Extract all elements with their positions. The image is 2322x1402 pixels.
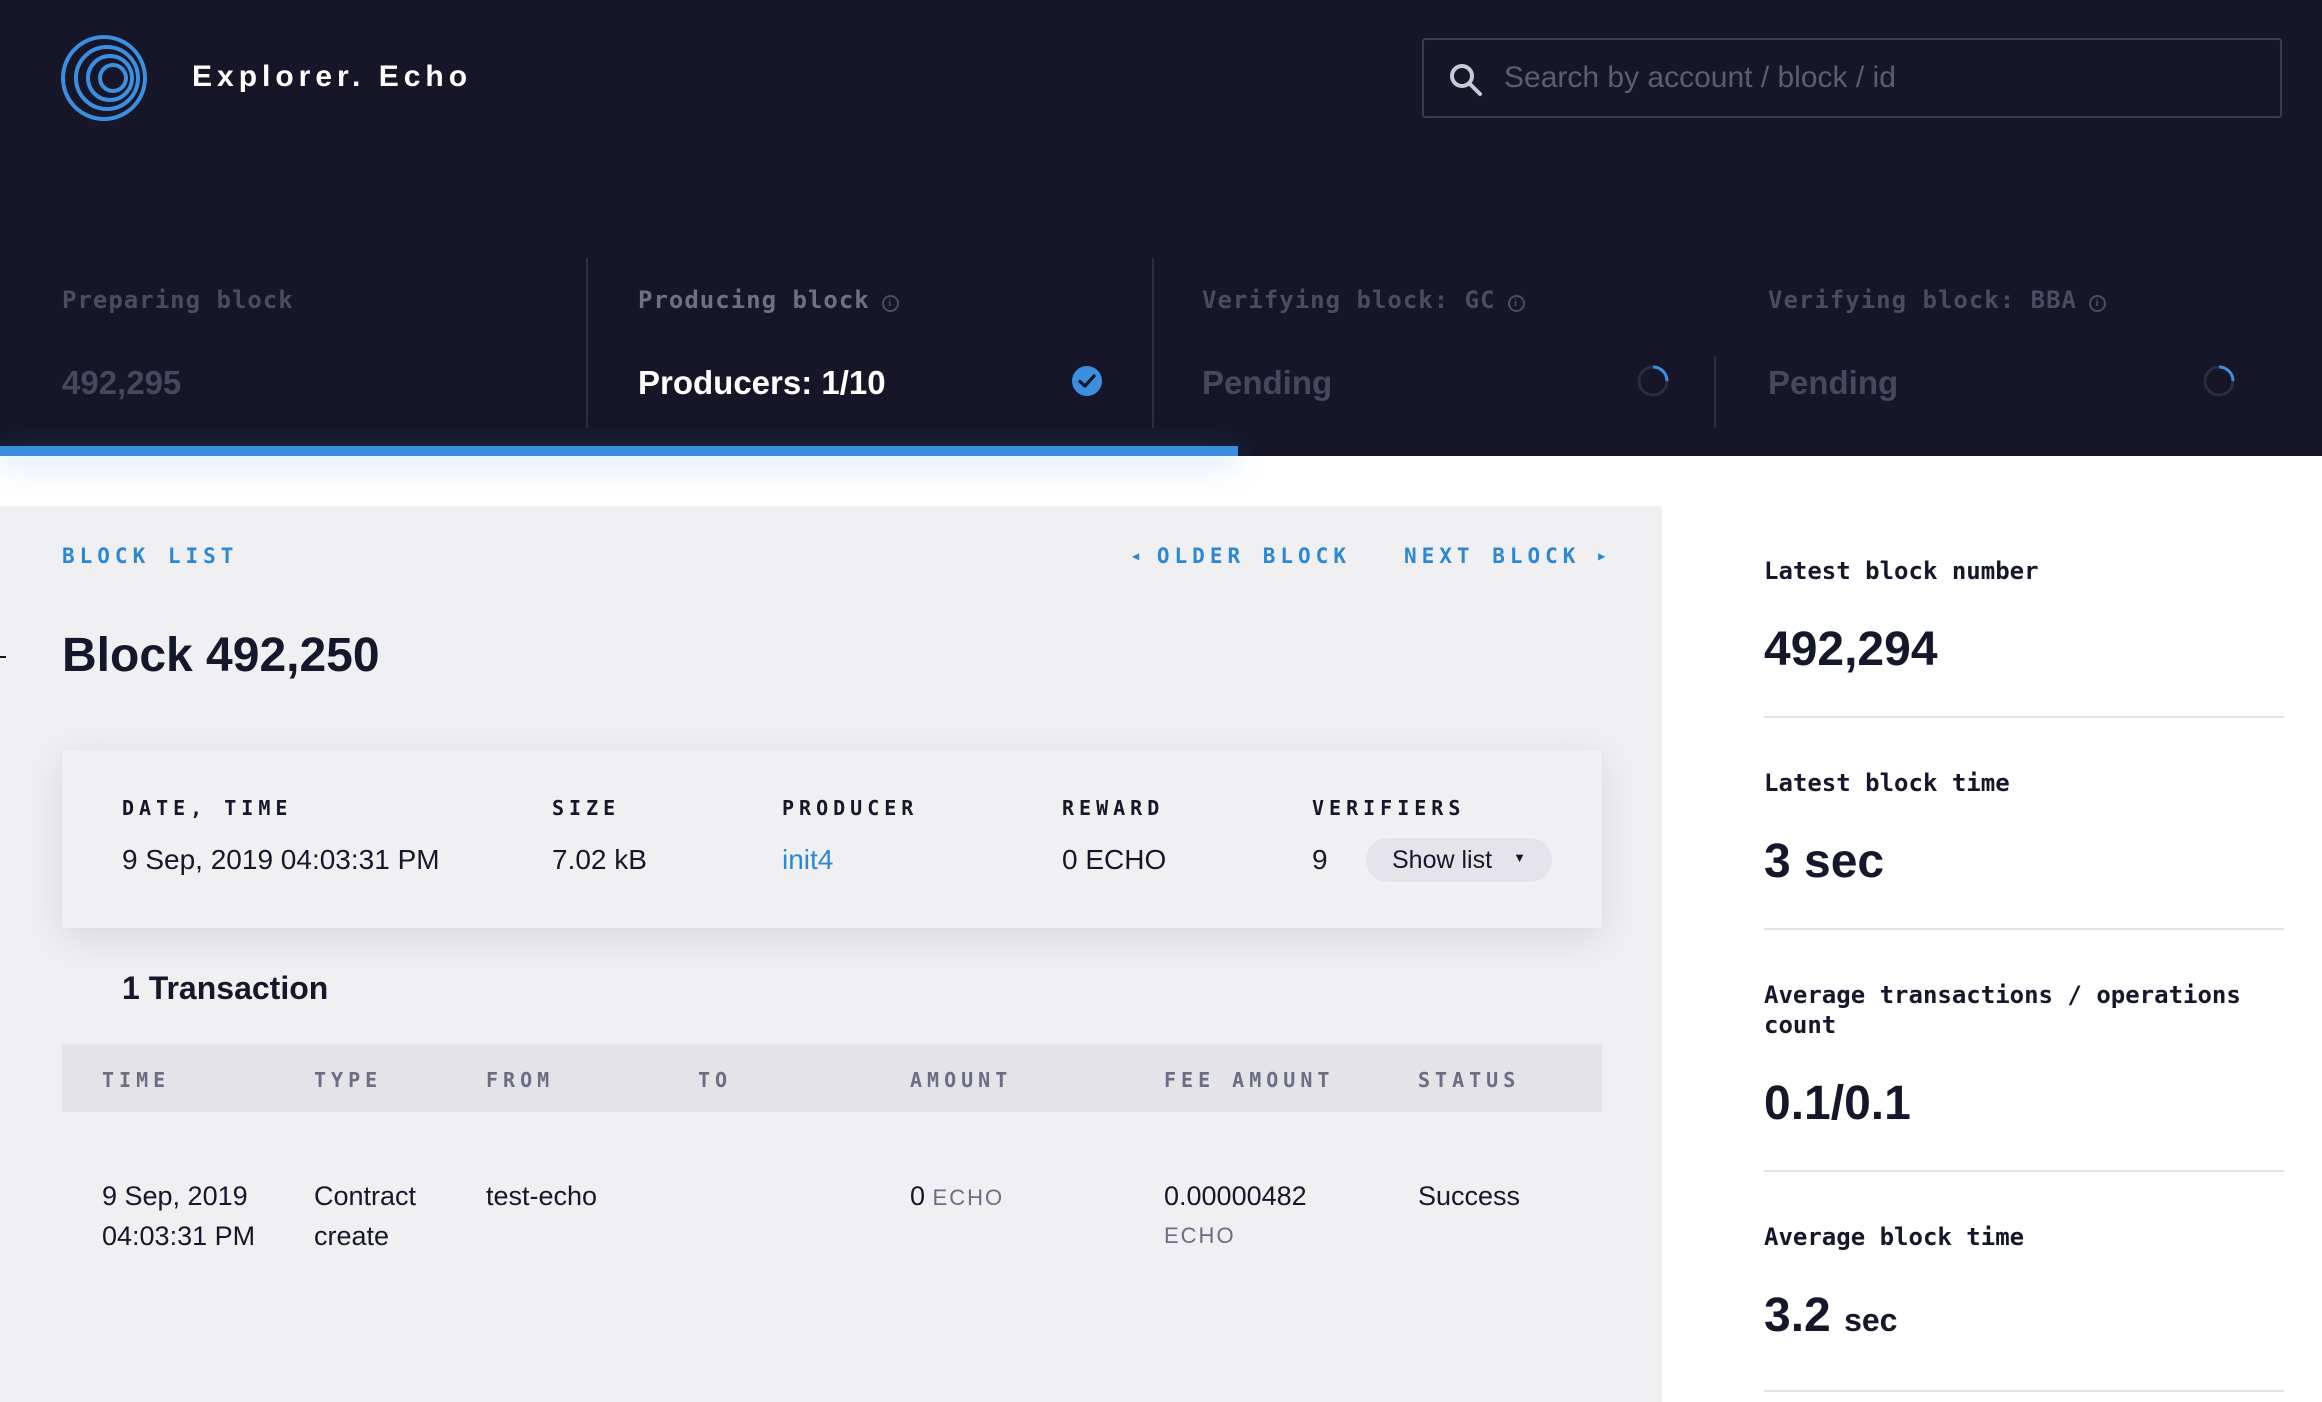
stage-value: 492,295 [62, 364, 182, 401]
info-icon[interactable]: i [2088, 295, 2106, 312]
info-icon[interactable]: i [881, 295, 899, 312]
stage-label: Producing block i [638, 286, 899, 314]
tx-fee: 0.00000482 ECHO [1164, 1181, 1307, 1248]
caret-down-icon: ▼ [1513, 850, 1526, 865]
date-label: DATE, TIME [122, 796, 293, 820]
echo-logo-icon[interactable] [60, 34, 148, 122]
page-title: Block 492,250 [62, 629, 380, 682]
top-header: Explorer. Echo Preparing block 492,295 P… [0, 0, 2322, 456]
col-status: STATUS [1418, 1068, 1521, 1092]
search-input[interactable] [1504, 40, 2264, 116]
stage-label: Preparing block [62, 286, 294, 314]
stat-average-transactions: Average transactions / operations count … [1764, 980, 2284, 1130]
stat-label: Average block time [1764, 1223, 2025, 1251]
table-row[interactable]: 9 Sep, 2019 04:03:31 PM Contract create … [62, 1112, 1602, 1272]
date-value: 9 Sep, 2019 04:03:31 PM [122, 844, 440, 875]
verifiers-count: 9 [1312, 844, 1328, 875]
stage-value: Producers: 1/10 [638, 364, 886, 401]
arrow-right-icon: ▶ [1598, 549, 1606, 563]
divider [1152, 258, 1154, 428]
stat-label: Latest block time [1764, 769, 2010, 797]
tx-status: Success [1418, 1181, 1521, 1211]
stage-label: Verifying block: BBA i [1768, 286, 2106, 314]
stage-preparing: Preparing block 492,295 [62, 258, 582, 428]
check-circle-icon [1072, 366, 1102, 396]
block-stages: Preparing block 492,295 Producing block i… [0, 258, 2322, 428]
edge-marker [0, 656, 6, 658]
stat-latest-block-number: Latest block number 492,294 [1764, 556, 2284, 676]
block-info-card: DATE, TIME 9 Sep, 2019 04:03:31 PM SIZE … [62, 750, 1602, 928]
size-label: SIZE [552, 796, 621, 820]
verifiers-label: VERIFIERS [1312, 796, 1466, 820]
divider [1764, 1390, 2284, 1392]
tx-amount: 0 ECHO [910, 1181, 1005, 1211]
size-value: 7.02 kB [552, 844, 647, 875]
stat-label: Latest block number [1764, 557, 2039, 585]
stat-average-block-time: Average block time 3.2 sec [1764, 1222, 2284, 1342]
divider [1764, 928, 2284, 930]
reward-value: 0 ECHO [1062, 844, 1167, 875]
producer-link[interactable]: init4 [782, 844, 833, 876]
divider [1764, 716, 2284, 718]
network-stats-sidebar: Latest block number 492,294 Latest block… [1662, 456, 2322, 1402]
stage-producing: Producing block i Producers: 1/10 [638, 258, 1106, 428]
tx-time: 9 Sep, 2019 04:03:31 PM [102, 1181, 256, 1251]
older-block-link[interactable]: ◀ OLDER BLOCK [1132, 544, 1351, 568]
spinner-icon [2203, 365, 2235, 397]
stage-value: Pending [1202, 364, 1333, 401]
col-fee-amount: FEE AMOUNT [1164, 1068, 1335, 1092]
tx-from-link[interactable]: test-echo [486, 1176, 597, 1216]
tx-type: Contract create [314, 1181, 417, 1251]
spinner-icon [1637, 365, 1669, 397]
transactions-table-header: TIME TYPE FROM TO AMOUNT FEE AMOUNT STAT… [62, 1044, 1602, 1112]
divider [586, 258, 588, 428]
reward-label: REWARD [1062, 796, 1165, 820]
next-block-link[interactable]: NEXT BLOCK ▶ [1404, 544, 1605, 568]
stat-value[interactable]: 492,294 [1764, 622, 1938, 677]
col-type: TYPE [314, 1068, 383, 1092]
divider [1714, 356, 1716, 428]
col-amount: AMOUNT [910, 1068, 1013, 1092]
search-box[interactable] [1422, 38, 2282, 118]
arrow-left-icon: ◀ [1132, 549, 1140, 563]
transactions-heading: 1 Transaction [122, 970, 329, 1006]
brand-title[interactable]: Explorer. Echo [192, 60, 472, 94]
block-list-link[interactable]: BLOCK LIST [62, 544, 238, 568]
show-list-button[interactable]: Show list ▼ [1366, 838, 1552, 882]
search-icon [1450, 64, 1482, 96]
stage-value: Pending [1768, 364, 1899, 401]
producer-label: PRODUCER [782, 796, 919, 820]
stat-latest-block-time: Latest block time 3 sec [1764, 768, 2284, 888]
stat-value: 3 sec [1764, 835, 1885, 888]
divider [1764, 1170, 2284, 1172]
block-progress-bar [0, 446, 1238, 456]
stage-label: Verifying block: GC i [1202, 286, 1525, 314]
info-icon[interactable]: i [1507, 295, 1525, 312]
stat-value: 3.2 sec [1764, 1289, 1898, 1342]
col-to: TO [698, 1068, 733, 1092]
stage-verifying-gc: Verifying block: GC i Pending [1202, 258, 1672, 428]
stat-label: Average transactions / operations count [1764, 981, 2241, 1039]
stat-value: 0.1/0.1 [1764, 1077, 1911, 1130]
col-from: FROM [486, 1068, 555, 1092]
block-detail-panel: BLOCK LIST ◀ OLDER BLOCK NEXT BLOCK ▶ Bl… [0, 506, 1662, 1402]
col-time: TIME [102, 1068, 171, 1092]
stage-verifying-bba: Verifying block: BBA i Pending [1768, 258, 2238, 428]
